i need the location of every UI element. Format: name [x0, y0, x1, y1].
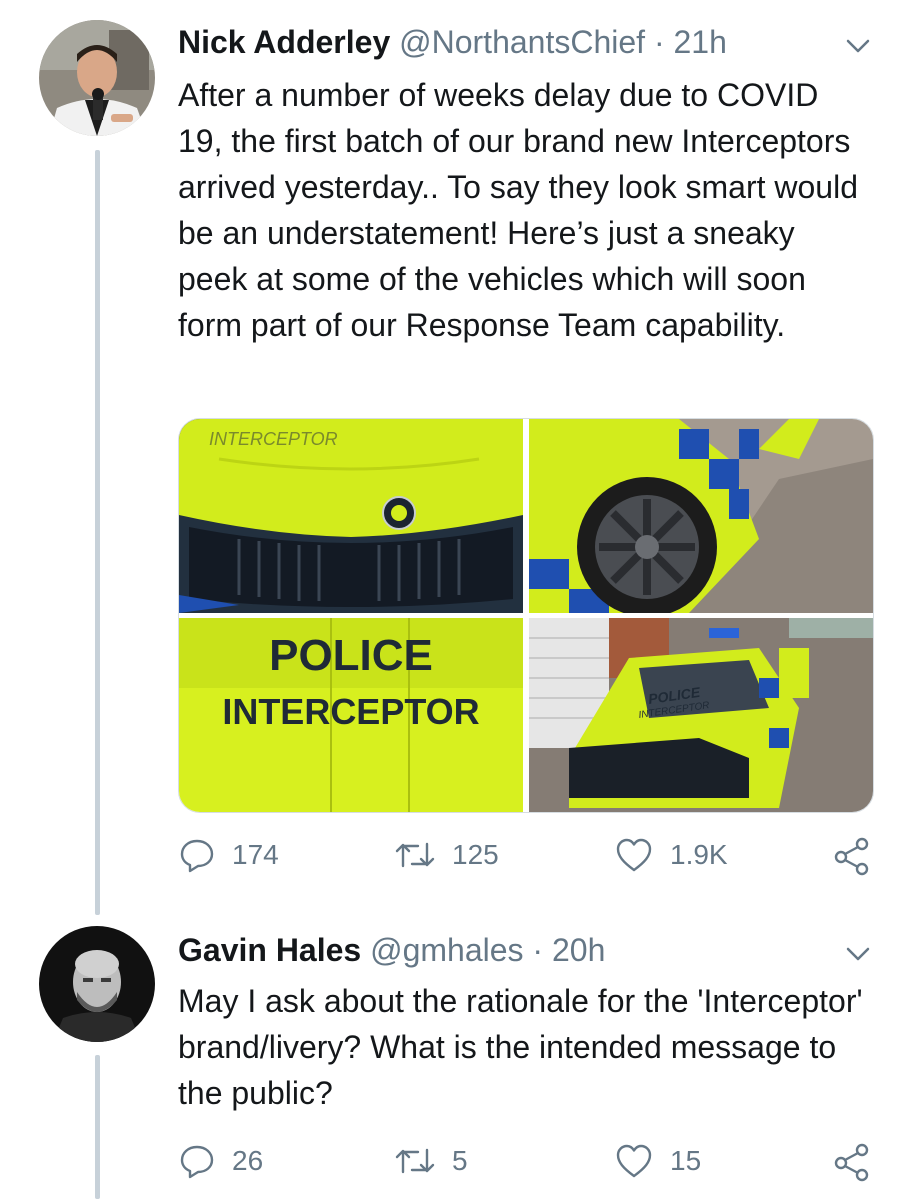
photo3-line2: INTERCEPTOR — [222, 691, 479, 732]
chevron-down-icon[interactable] — [843, 36, 873, 56]
like-count: 15 — [670, 1145, 702, 1176]
timestamp[interactable]: 21h — [673, 24, 726, 60]
media-photo-wheel[interactable] — [529, 419, 873, 613]
tweet-gavin-hales[interactable]: Gavin Hales @gmhales · 20h May I ask abo… — [0, 900, 911, 1199]
retweet-count: 125 — [452, 839, 499, 870]
retweet-button[interactable]: 125 — [394, 836, 499, 874]
separator-dot: · — [653, 24, 665, 60]
thread-line — [95, 1055, 100, 1199]
like-icon — [616, 838, 652, 872]
author-handle[interactable]: @NorthantsChief — [399, 24, 645, 60]
retweet-icon — [395, 1148, 435, 1174]
tweet-actions: 26 5 15 — [178, 1142, 878, 1186]
reply-count: 26 — [232, 1145, 264, 1176]
avatar-nick-adderley[interactable] — [39, 20, 155, 136]
photo1-text: INTERCEPTOR — [209, 429, 338, 449]
reply-button[interactable]: 174 — [178, 836, 279, 874]
tweet-actions: 174 125 1.9K — [178, 836, 878, 880]
tweet-media-grid[interactable]: INTERCEPTOR POLICE INTERCEPTOR POLICE IN… — [178, 418, 874, 813]
media-photo-bonnet-text[interactable]: POLICE INTERCEPTOR — [179, 618, 523, 812]
share-button[interactable] — [832, 1142, 872, 1182]
tweet-header: Nick Adderley @NorthantsChief · 21h — [178, 22, 727, 62]
separator-dot: · — [532, 932, 544, 968]
like-count: 1.9K — [670, 839, 728, 870]
share-icon — [834, 1143, 869, 1182]
like-icon — [616, 1144, 652, 1178]
share-button[interactable] — [832, 836, 872, 876]
author-name[interactable]: Nick Adderley — [178, 24, 390, 60]
retweet-icon — [395, 842, 435, 868]
reply-count: 174 — [232, 839, 279, 870]
tweet-text: After a number of weeks delay due to COV… — [178, 77, 858, 343]
tweet-header: Gavin Hales @gmhales · 20h — [178, 930, 605, 970]
retweet-count: 5 — [452, 1145, 468, 1176]
reply-icon — [180, 839, 214, 873]
retweet-button[interactable]: 5 — [394, 1142, 468, 1180]
chevron-down-icon[interactable] — [843, 944, 873, 964]
author-name[interactable]: Gavin Hales — [178, 932, 361, 968]
reply-button[interactable]: 26 — [178, 1142, 263, 1180]
tweet-text: May I ask about the rationale for the 'I… — [178, 983, 863, 1111]
photo3-line1: POLICE — [269, 631, 433, 680]
author-handle[interactable]: @gmhales — [370, 932, 523, 968]
media-photo-hood[interactable]: INTERCEPTOR — [179, 419, 523, 613]
timestamp[interactable]: 20h — [552, 932, 605, 968]
like-button[interactable]: 15 — [614, 1142, 701, 1180]
like-button[interactable]: 1.9K — [614, 836, 728, 874]
tweet-nick-adderley[interactable]: Nick Adderley @NorthantsChief · 21h Afte… — [0, 0, 911, 915]
share-icon — [834, 837, 869, 876]
media-photo-car[interactable]: POLICE INTERCEPTOR — [529, 618, 873, 812]
thread-line — [95, 150, 100, 915]
reply-icon — [180, 1145, 214, 1179]
avatar-gavin-hales[interactable] — [39, 926, 155, 1042]
